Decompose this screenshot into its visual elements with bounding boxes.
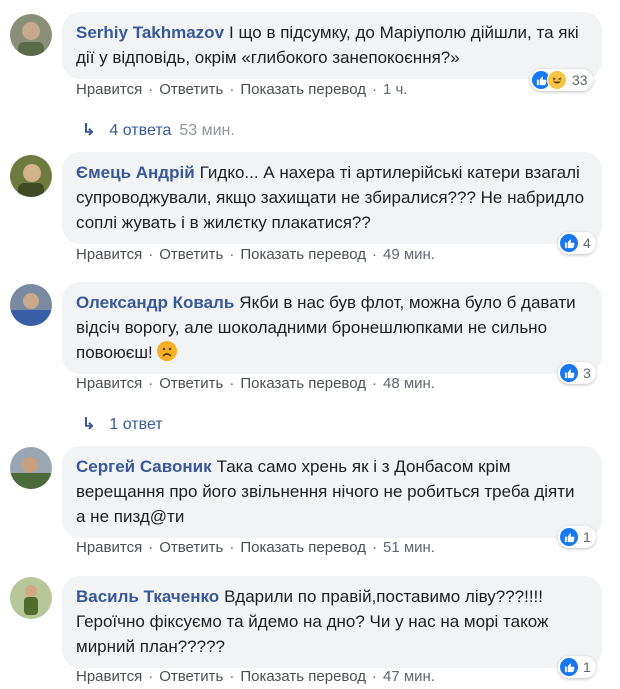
like-icon xyxy=(560,528,578,546)
comment-bubble: Олександр Коваль Якби в нас був флот, мож… xyxy=(62,282,602,374)
avatar[interactable] xyxy=(10,155,52,197)
translate-link[interactable]: Показать перевод xyxy=(240,246,366,263)
reactions-summary[interactable]: 4 xyxy=(558,232,596,254)
sad-face-icon xyxy=(157,341,178,361)
reaction-count: 1 xyxy=(583,529,591,545)
like-icon xyxy=(560,364,578,382)
avatar[interactable] xyxy=(10,284,52,326)
comment-bubble: Ємець Андрій Гидко... А нахера ті артилер… xyxy=(62,152,602,244)
replies-count[interactable]: 1 ответ xyxy=(109,416,162,433)
reply-button[interactable]: Ответить xyxy=(159,668,223,685)
translate-link[interactable]: Показать перевод xyxy=(240,375,366,392)
comment-time[interactable]: 49 мин. xyxy=(383,246,435,263)
reply-button[interactable]: Ответить xyxy=(159,81,223,98)
comment-author[interactable]: Ємець Андрій xyxy=(76,163,195,182)
reply-button[interactable]: Ответить xyxy=(159,375,223,392)
like-button[interactable]: Нравится xyxy=(76,375,142,392)
like-button[interactable]: Нравится xyxy=(76,246,142,263)
comment-time[interactable]: 48 мин. xyxy=(383,375,435,392)
reply-button[interactable]: Ответить xyxy=(159,246,223,263)
comment-actions: Нравится · Ответить · Показать перевод · 1 ч. xyxy=(76,81,408,98)
view-replies-link[interactable]: ↳ 1 ответ xyxy=(82,414,163,434)
reactions-summary[interactable]: 3 xyxy=(558,362,596,384)
comment-author[interactable]: Serhiy Takhmazov xyxy=(76,23,224,42)
view-replies-link[interactable]: ↳ 4 ответа 53 мин. xyxy=(82,120,235,140)
comment-time[interactable]: 51 мин. xyxy=(383,539,435,556)
comment-author[interactable]: Василь Ткаченко xyxy=(76,587,219,606)
comment-actions: Нравится · Ответить · Показать перевод · 51 ми… xyxy=(76,539,435,556)
comment-time[interactable]: 47 мин. xyxy=(383,668,435,685)
comment-author[interactable]: Сергей Савоник xyxy=(76,457,212,476)
reaction-count: 3 xyxy=(583,365,591,381)
comment-actions: Нравится · Ответить · Показать перевод · 49 ми… xyxy=(76,246,435,263)
comment-author[interactable]: Олександр Коваль xyxy=(76,293,234,312)
comment-time[interactable]: 1 ч. xyxy=(383,81,408,98)
avatar[interactable] xyxy=(10,577,52,619)
avatar[interactable] xyxy=(10,447,52,489)
comment-actions: Нравится · Ответить · Показать перевод · 47 ми… xyxy=(76,668,435,685)
replies-count[interactable]: 4 ответа xyxy=(109,122,171,139)
like-button[interactable]: Нравится xyxy=(76,539,142,556)
comment-bubble: Serhiy Takhmazov І що в підсумку, до Марі… xyxy=(62,12,602,79)
reaction-count: 33 xyxy=(572,72,588,88)
haha-icon xyxy=(547,70,567,90)
like-button[interactable]: Нравится xyxy=(76,668,142,685)
reactions-summary[interactable]: 1 xyxy=(558,656,596,678)
translate-link[interactable]: Показать перевод xyxy=(240,81,366,98)
translate-link[interactable]: Показать перевод xyxy=(240,539,366,556)
replies-time: 53 мин. xyxy=(179,122,235,139)
comment-actions: Нравится · Ответить · Показать перевод · 48 ми… xyxy=(76,375,435,392)
reply-arrow-icon: ↳ xyxy=(82,122,96,139)
like-button[interactable]: Нравится xyxy=(76,81,142,98)
reply-arrow-icon: ↳ xyxy=(82,416,96,433)
like-icon xyxy=(560,234,578,252)
reply-button[interactable]: Ответить xyxy=(159,539,223,556)
comment-bubble: Василь Ткаченко Вдарили по правій,постави… xyxy=(62,576,602,668)
reactions-summary[interactable]: 1 xyxy=(558,526,596,548)
reactions-summary[interactable]: 33 xyxy=(530,69,593,91)
avatar[interactable] xyxy=(10,14,52,56)
translate-link[interactable]: Показать перевод xyxy=(240,668,366,685)
reaction-count: 4 xyxy=(583,235,591,251)
like-icon xyxy=(560,658,578,676)
comment-bubble: Сергей Савоник Така само хрень як і з Дон… xyxy=(62,446,602,538)
reaction-count: 1 xyxy=(583,659,591,675)
